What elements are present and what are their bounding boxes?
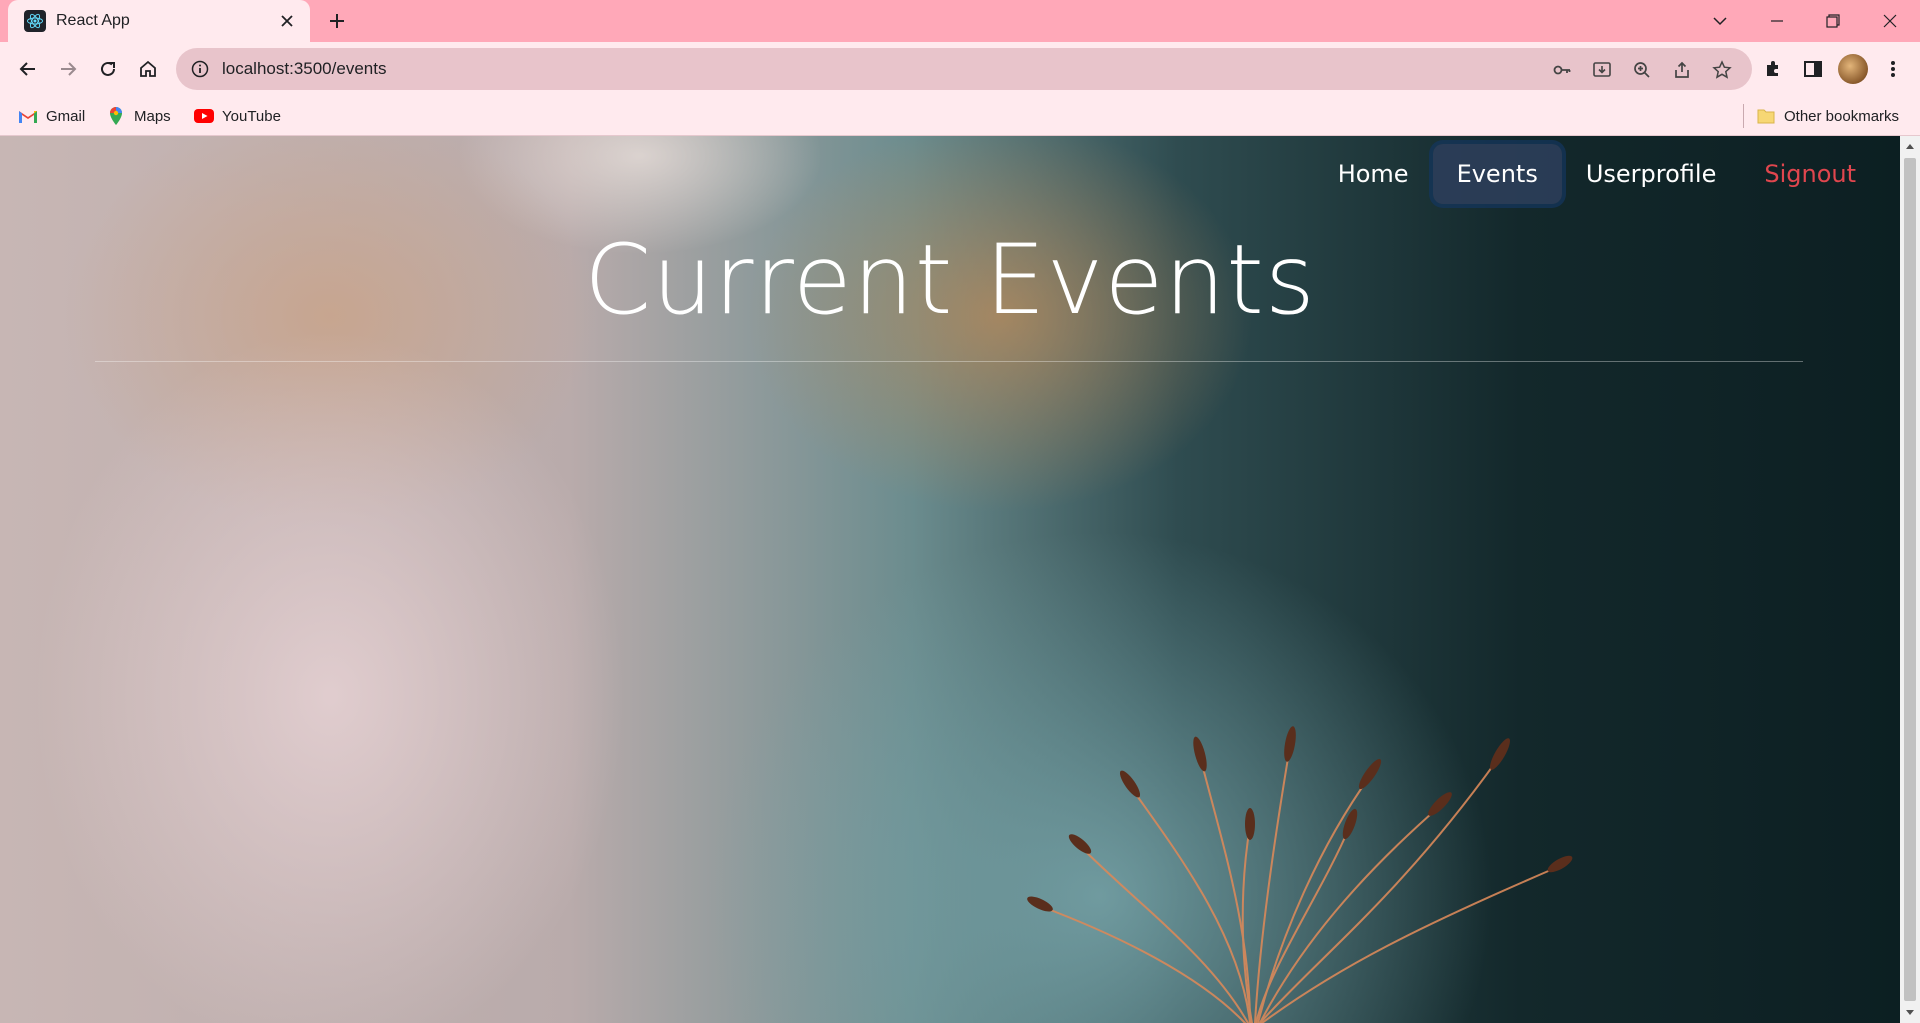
new-tab-button[interactable] [322, 9, 352, 33]
url-text: localhost:3500/events [222, 59, 387, 78]
bookmarks-bar: Gmail Maps YouTube Other bookmarks [0, 96, 1920, 136]
moss-plant-image [1027, 726, 1573, 1023]
extensions-icon[interactable] [1760, 56, 1786, 82]
back-button[interactable] [12, 53, 44, 85]
restore-button[interactable] [1808, 0, 1858, 42]
tab-react-app[interactable]: React App [8, 0, 310, 42]
tab-title: React App [56, 12, 130, 29]
title-divider [95, 361, 1803, 362]
side-panel-icon[interactable] [1800, 56, 1826, 82]
home-button[interactable] [132, 53, 164, 85]
zoom-icon[interactable] [1630, 58, 1654, 82]
bookmark-youtube[interactable]: YouTube [194, 104, 281, 128]
other-bookmarks[interactable]: Other bookmarks [1756, 104, 1899, 128]
scroll-up-arrow-icon[interactable] [1900, 138, 1920, 154]
scrollbar-thumb[interactable] [1904, 158, 1916, 1001]
bookmark-label: YouTube [222, 107, 281, 125]
nav-signout-link[interactable]: Signout [1740, 144, 1880, 204]
bookmark-gmail[interactable]: Gmail [18, 104, 85, 128]
minimize-button[interactable] [1752, 0, 1802, 42]
bookmarks-divider [1743, 104, 1744, 128]
bookmark-label: Gmail [46, 107, 86, 125]
react-icon [24, 10, 46, 32]
tab-search-button[interactable] [1695, 0, 1745, 42]
site-navbar: Home Events Userprofile Signout [1314, 144, 1880, 204]
nav-home-link[interactable]: Home [1314, 144, 1433, 204]
profile-avatar[interactable] [1838, 54, 1868, 84]
install-icon[interactable] [1590, 58, 1614, 82]
reload-button[interactable] [92, 53, 124, 85]
share-icon[interactable] [1670, 58, 1694, 82]
maps-icon [106, 106, 126, 126]
address-bar[interactable]: localhost:3500/events [176, 48, 1752, 90]
close-window-button[interactable] [1865, 0, 1915, 42]
gmail-icon [18, 106, 38, 126]
page-title: Current Events [584, 224, 1316, 336]
menu-icon[interactable] [1880, 56, 1906, 82]
key-icon[interactable] [1550, 58, 1574, 82]
nav-userprofile-link[interactable]: Userprofile [1562, 144, 1741, 204]
scroll-down-arrow-icon[interactable] [1900, 1005, 1920, 1021]
bookmark-label: Maps [134, 107, 171, 125]
bookmark-maps[interactable]: Maps [106, 104, 171, 128]
other-bookmarks-label: Other bookmarks [1784, 107, 1900, 125]
youtube-icon [194, 106, 214, 126]
page-scrollbar[interactable] [1900, 136, 1920, 1023]
forward-button[interactable] [52, 53, 84, 85]
close-icon[interactable] [276, 10, 298, 32]
tab-strip: React App [0, 0, 1920, 42]
folder-icon [1756, 106, 1776, 126]
star-icon[interactable] [1710, 58, 1734, 82]
page-hero: Home Events Userprofile Signout Current … [0, 136, 1900, 1023]
nav-events-link[interactable]: Events [1432, 144, 1562, 204]
site-info-icon[interactable] [190, 59, 210, 79]
browser-toolbar: localhost:3500/events [0, 42, 1920, 96]
